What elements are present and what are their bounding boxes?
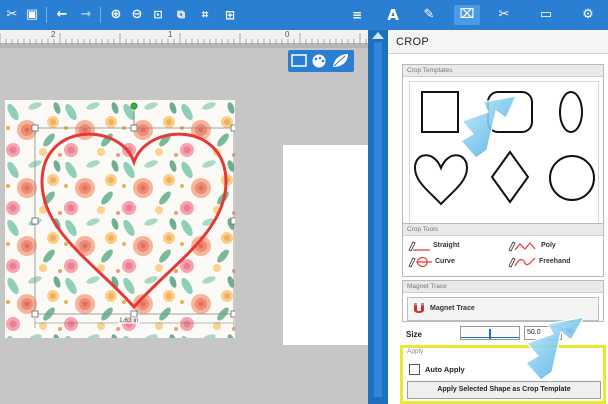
zoom-in-icon[interactable]: ⊕ <box>107 5 125 25</box>
size-slider[interactable] <box>460 326 520 340</box>
poly-tool-icon[interactable] <box>507 240 537 252</box>
redo-icon[interactable]: → <box>78 5 94 25</box>
poly-tool-label[interactable]: Poly <box>541 242 556 249</box>
rectangle-tool-icon[interactable] <box>291 54 307 67</box>
magnet-trace-button[interactable]: Magnet Trace <box>407 297 599 321</box>
main-toolbar: ✂ ▣ ← → ⊕ ⊖ ⊡ ⧉ ⌗ ⊞ ≡ A ✎ ⌧ ✂ ▭ ⚙ <box>0 0 608 30</box>
crop-icon[interactable]: ⌧ <box>454 5 480 25</box>
fill-palette-icon[interactable] <box>312 54 326 68</box>
zoom-out-icon[interactable]: ⊖ <box>128 5 146 25</box>
undo-icon[interactable]: ← <box>54 5 70 25</box>
settings-icon[interactable]: ⚙ <box>576 5 600 25</box>
text-icon[interactable]: A <box>384 5 402 25</box>
crop-tools-label: Crop Tools <box>403 224 603 236</box>
ruler-label: 2 <box>51 30 56 39</box>
magnet-icon <box>414 303 424 313</box>
circle-template[interactable] <box>549 155 595 201</box>
cut-icon[interactable]: ✂ <box>4 5 20 25</box>
paste-icon[interactable]: ▣ <box>24 5 40 25</box>
zoom-page-icon[interactable]: ⧉ <box>172 5 190 25</box>
apply-crop-template-button[interactable]: Apply Selected Shape as Crop Template <box>407 381 601 399</box>
pen-icon[interactable]: ✎ <box>420 5 438 25</box>
magnet-trace-group: Magnet Trace Magnet Trace <box>402 280 604 322</box>
auto-apply-label[interactable]: Auto Apply <box>425 365 465 374</box>
straight-tool-label[interactable]: Straight <box>433 242 459 249</box>
zoom-selection-icon[interactable]: ⌗ <box>196 5 214 25</box>
floral-pattern <box>5 100 235 338</box>
diamond-template[interactable] <box>490 150 530 204</box>
panel-title: CROP <box>396 36 429 48</box>
curve-tool-label[interactable]: Curve <box>435 258 455 265</box>
send-icon[interactable]: ▭ <box>536 5 556 25</box>
toolbar-divider <box>46 7 47 23</box>
heart-template[interactable] <box>413 154 469 206</box>
magnet-trace-label: Magnet Trace <box>430 305 475 312</box>
scroll-track[interactable] <box>374 42 382 397</box>
crop-panel: CROP Crop Templates Crop Tools Straight <box>388 30 608 404</box>
menu-icon[interactable]: ≡ <box>348 5 366 25</box>
apply-section-label: Apply <box>407 348 424 355</box>
crop-tools-group: Crop Tools Straight Poly Curve Freehand <box>402 223 604 277</box>
freehand-tool-icon[interactable] <box>507 256 537 268</box>
width-measurement: 1.63 in <box>118 317 140 324</box>
size-unit: % <box>566 328 573 335</box>
floral-image[interactable]: 1.63 in <box>5 100 235 338</box>
auto-apply-checkbox[interactable] <box>409 364 420 375</box>
oval-template[interactable] <box>559 91 583 133</box>
scroll-up-icon[interactable] <box>372 32 384 39</box>
rotate-handle[interactable] <box>130 102 138 110</box>
curve-tool-icon[interactable] <box>407 256 433 268</box>
crop-templates-label: Crop Templates <box>403 65 603 77</box>
panel-header: CROP <box>388 30 608 54</box>
canvas-top-edge <box>0 44 368 48</box>
grid-icon[interactable]: ⊞ <box>221 5 239 25</box>
ruler-label: 1 <box>168 30 173 39</box>
zoom-fit-icon[interactable]: ⊡ <box>149 5 167 25</box>
canvas-mini-toolbar <box>288 50 354 72</box>
knife-icon[interactable]: ✂ <box>494 5 514 25</box>
template-grid <box>409 81 599 233</box>
toolbar-divider <box>100 7 101 23</box>
size-label: Size <box>406 330 423 339</box>
square-template[interactable] <box>421 91 459 133</box>
straight-tool-icon[interactable] <box>407 240 431 252</box>
rounded-square-template[interactable] <box>487 91 533 133</box>
size-slider-thumb[interactable] <box>489 329 491 339</box>
apply-group: Apply Auto Apply Apply Selected Shape as… <box>400 345 606 404</box>
horizontal-ruler: 2 1 0 <box>0 30 368 44</box>
freehand-tool-label[interactable]: Freehand <box>539 258 571 265</box>
ruler-label: 0 <box>285 30 290 39</box>
cutting-mat-page <box>283 145 368 345</box>
magnet-trace-section-label: Magnet Trace <box>403 281 603 293</box>
crop-templates-group: Crop Templates <box>402 64 604 237</box>
vertical-scrollbar[interactable] <box>368 30 388 404</box>
size-input[interactable]: 50.0 <box>524 326 562 340</box>
